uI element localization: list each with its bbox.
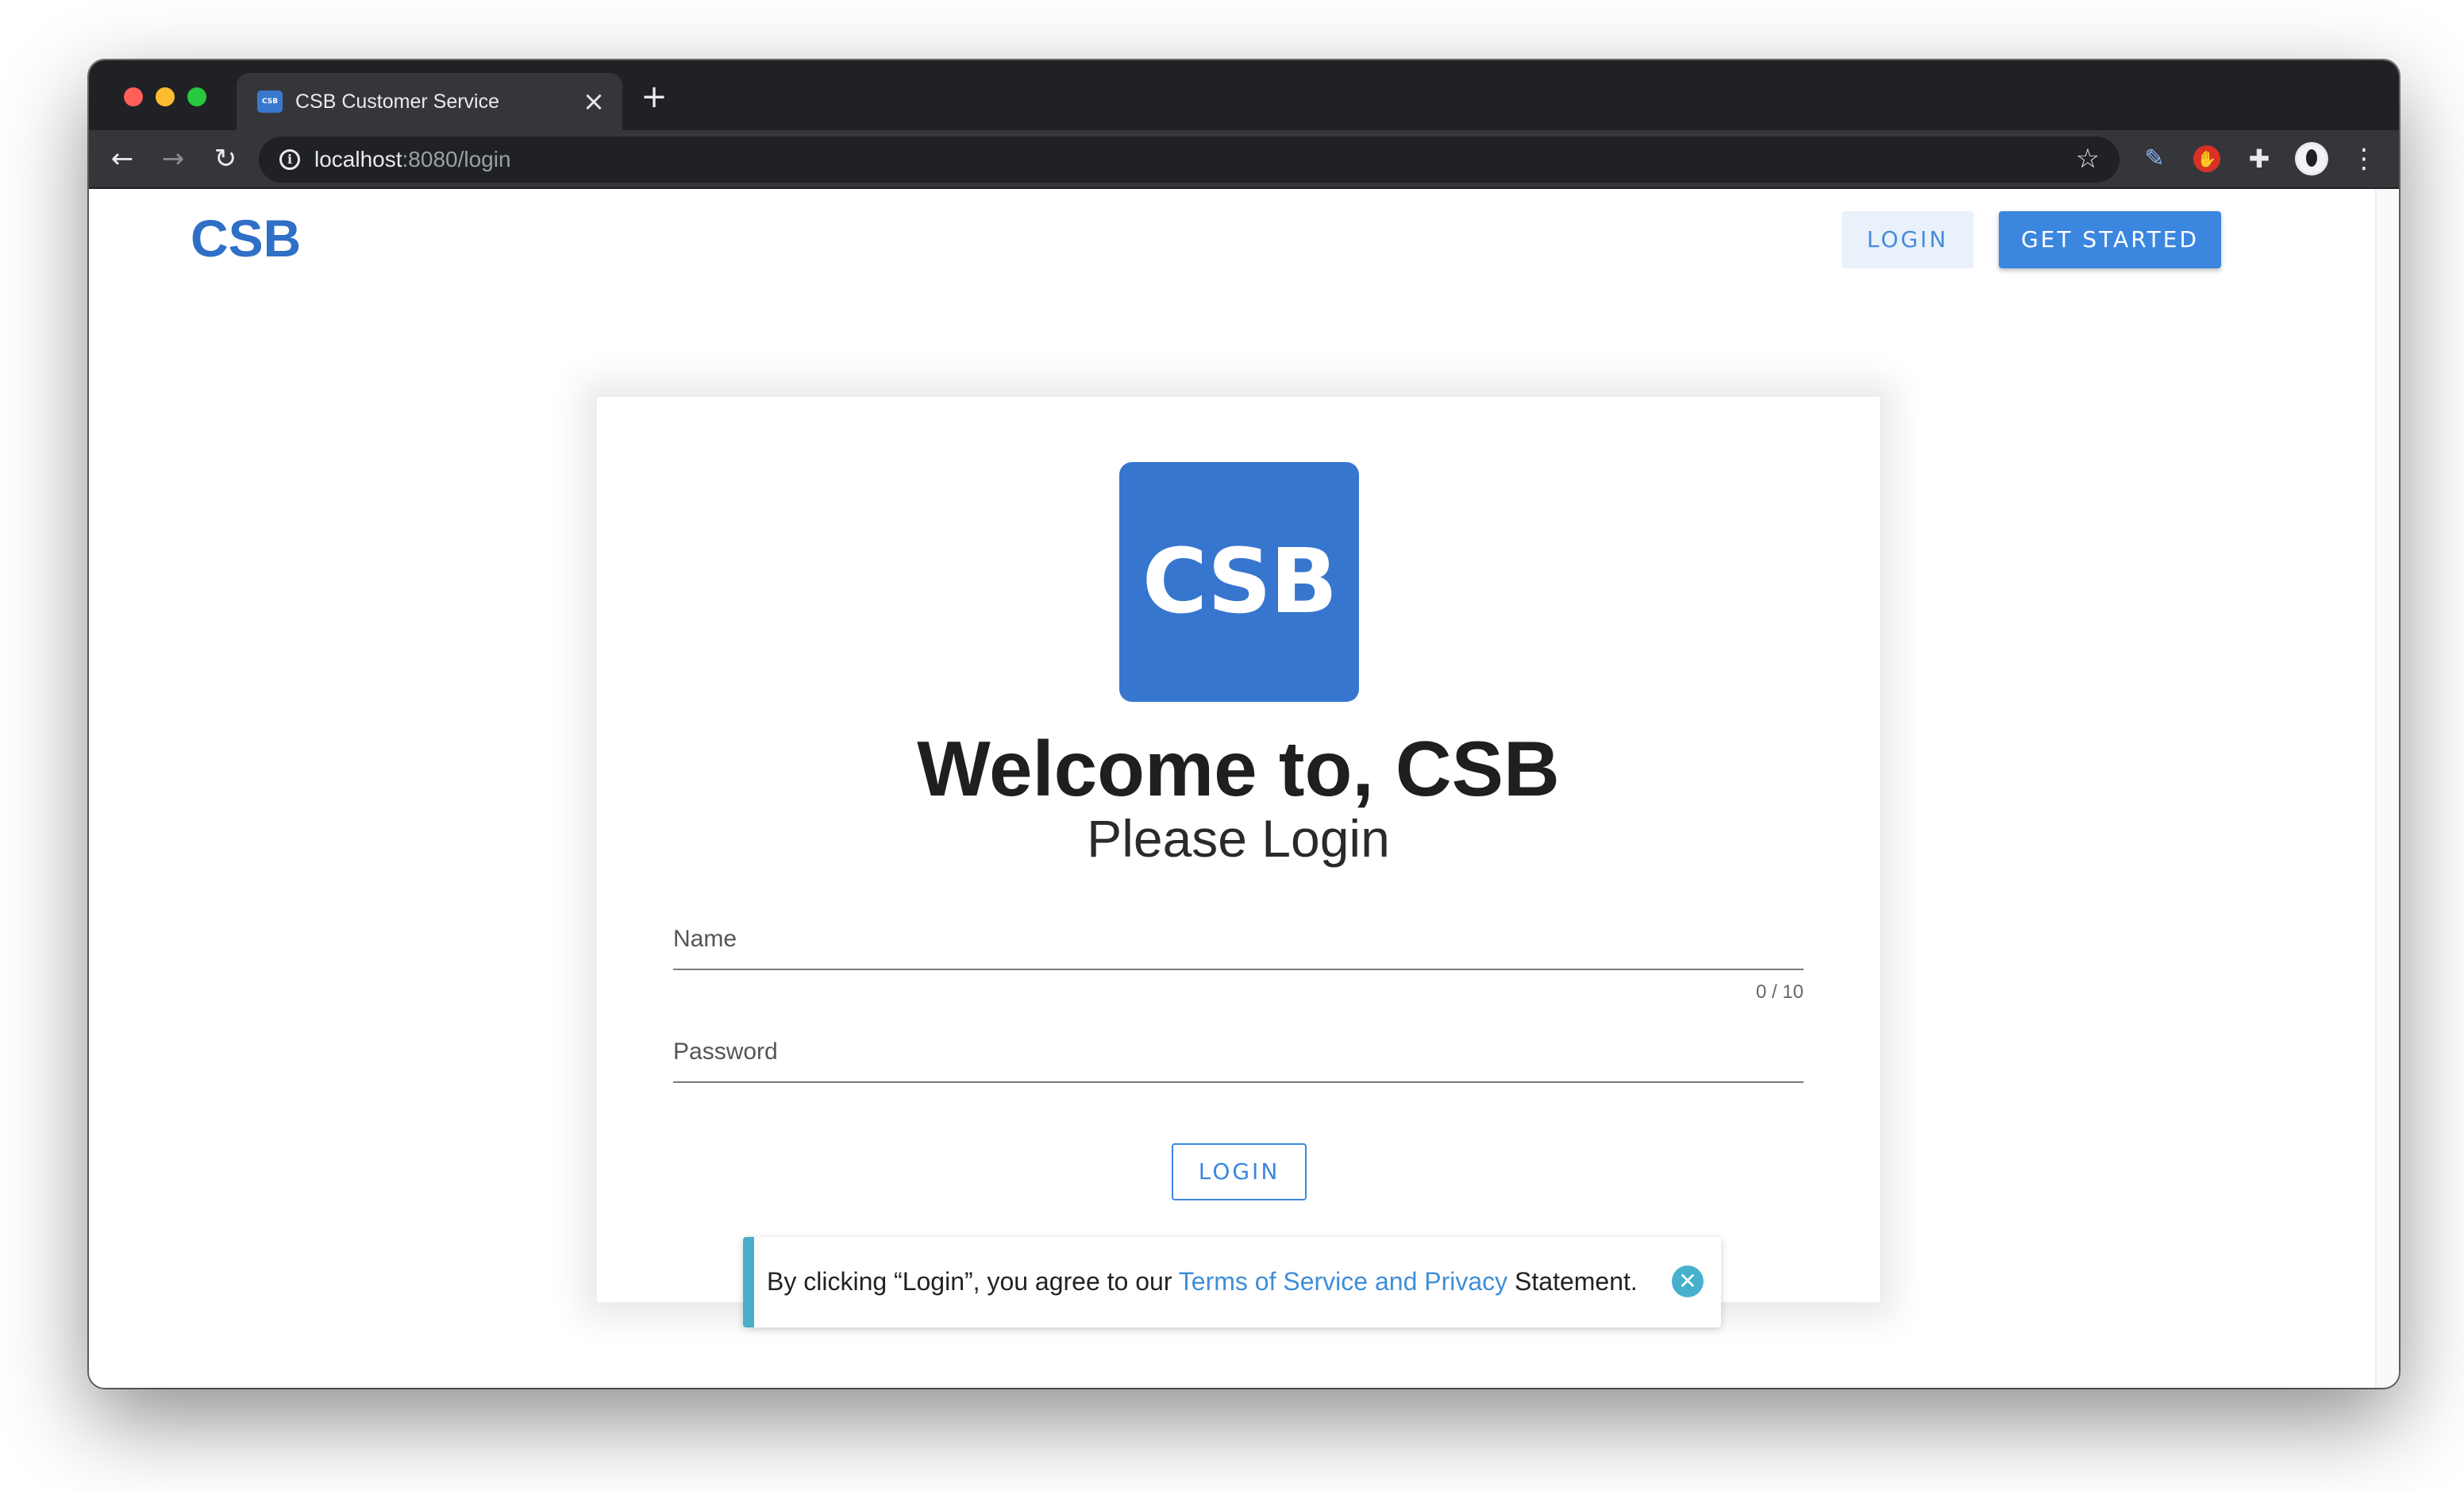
terms-text-after: Statement.: [1507, 1267, 1638, 1296]
new-tab-icon[interactable]: +: [637, 79, 672, 114]
star-icon[interactable]: ☆: [2072, 143, 2104, 175]
favicon-icon: CSB: [257, 91, 283, 113]
csb-logo: CSB: [1119, 462, 1359, 702]
name-field[interactable]: [673, 969, 1804, 970]
browser-window: CSB CSB Customer Service × + ← → ↻ i loc…: [89, 60, 2399, 1388]
pen-icon[interactable]: ✎: [2137, 141, 2172, 176]
address-bar[interactable]: i localhost:8080/login ☆: [259, 137, 2119, 183]
reload-icon[interactable]: ↻: [208, 141, 243, 176]
page-subtitle: Please Login: [1087, 809, 1390, 868]
tab-strip: CSB CSB Customer Service × +: [89, 60, 2399, 130]
terms-notification-text: By clicking “Login”, you agree to our Te…: [767, 1266, 1638, 1297]
url-text[interactable]: localhost:8080/login: [314, 144, 511, 175]
forward-arrow-icon[interactable]: →: [156, 141, 191, 176]
tab-close-icon[interactable]: ×: [579, 87, 608, 116]
brand-logo[interactable]: CSB: [191, 206, 301, 270]
name-field-label[interactable]: Name: [673, 926, 737, 953]
back-arrow-icon[interactable]: ←: [105, 141, 140, 176]
header-login-button[interactable]: LOGIN: [1842, 211, 1973, 268]
puzzle-icon[interactable]: ✚: [2242, 141, 2277, 176]
info-icon[interactable]: i: [279, 149, 300, 170]
tab-title: CSB Customer Service: [295, 91, 500, 113]
maximize-window-button[interactable]: [187, 87, 206, 106]
login-card: CSB Welcome to, CSB Please Login Name 0 …: [597, 397, 1880, 1302]
url-host: localhost: [314, 147, 402, 171]
login-button[interactable]: LOGIN: [1172, 1143, 1307, 1200]
scrollbar[interactable]: [2375, 189, 2399, 1388]
close-icon[interactable]: ✕: [1672, 1266, 1704, 1297]
terms-notification: By clicking “Login”, you agree to our Te…: [743, 1237, 1721, 1327]
browser-tab[interactable]: CSB CSB Customer Service ×: [237, 73, 622, 130]
close-window-button[interactable]: [124, 87, 143, 106]
url-path: :8080/login: [402, 147, 511, 171]
password-field-label[interactable]: Password: [673, 1038, 778, 1065]
browser-toolbar: ← → ↻ i localhost:8080/login ☆ ✎ ✋ ✚ ⋮: [89, 130, 2399, 189]
name-character-counter: 0 / 10: [1755, 981, 1804, 1003]
terms-link[interactable]: Terms of Service and Privacy: [1179, 1267, 1507, 1296]
minimize-window-button[interactable]: [156, 87, 175, 106]
password-field[interactable]: [673, 1081, 1804, 1083]
terms-text-before: By clicking “Login”, you agree to our: [767, 1267, 1179, 1296]
page-viewport: CSB LOGIN GET STARTED CSB Welcome to, CS…: [89, 189, 2399, 1388]
avatar[interactable]: [2294, 141, 2329, 176]
stop-hand-icon[interactable]: ✋: [2189, 141, 2224, 176]
kebab-menu-icon[interactable]: ⋮: [2347, 141, 2381, 176]
get-started-button[interactable]: GET STARTED: [1999, 211, 2221, 268]
page-title: Welcome to, CSB: [917, 725, 1560, 812]
